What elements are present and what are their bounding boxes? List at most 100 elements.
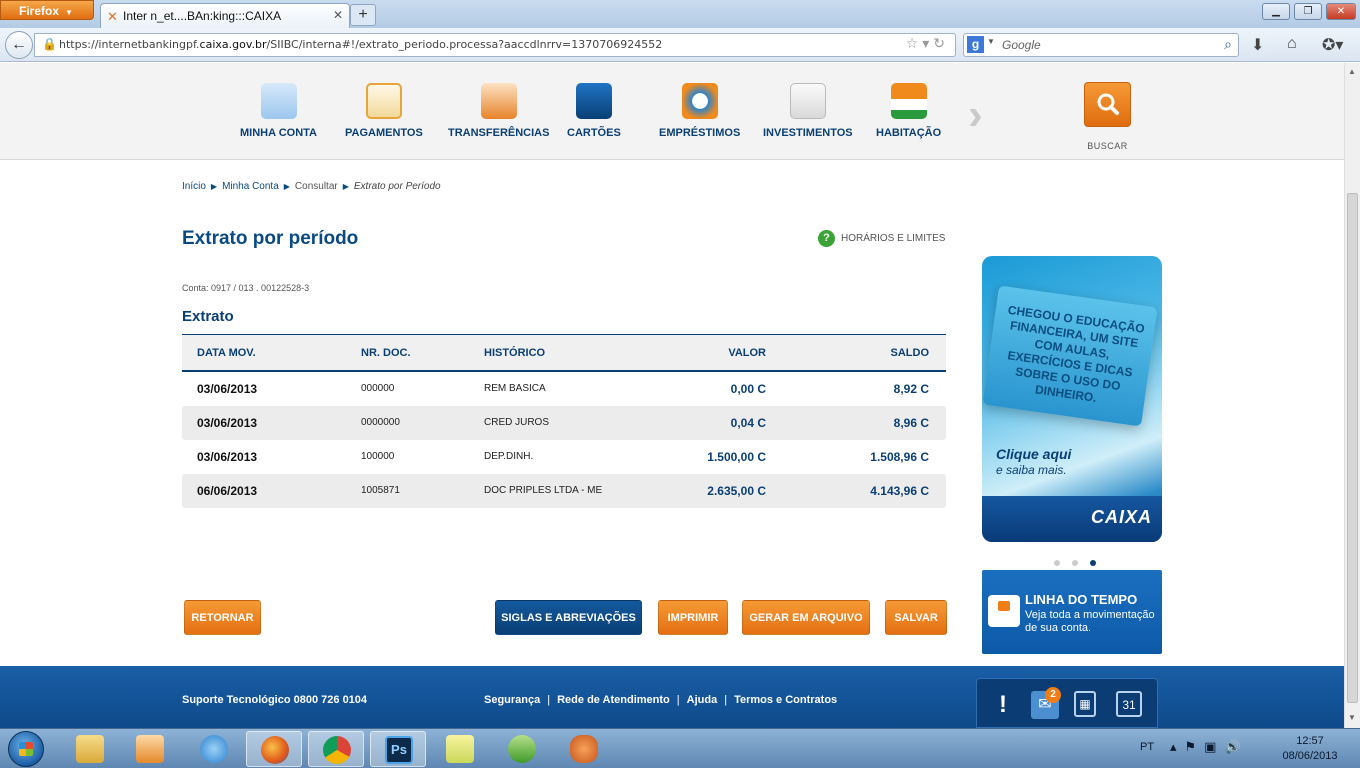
folder-icon bbox=[76, 735, 104, 763]
taskbar-notes[interactable] bbox=[432, 731, 488, 767]
carousel-dot[interactable] bbox=[1054, 560, 1060, 566]
menu-investimentos[interactable]: INVESTIMENTOS bbox=[763, 83, 853, 139]
bookmark-star-icon[interactable]: ☆▾↻ bbox=[906, 36, 949, 52]
footer-divider: | bbox=[547, 694, 551, 706]
browser-titlebar: Firefox ▼ ✕ Inter n_et....BAn:king:::CAIX… bbox=[0, 0, 1360, 28]
start-button[interactable] bbox=[8, 731, 44, 767]
search-button[interactable] bbox=[1084, 82, 1131, 127]
promo-cta-sub: e saiba mais. bbox=[996, 463, 1067, 477]
cell-balance: 8,92 C bbox=[893, 382, 929, 396]
clock-time: 12:57 bbox=[1296, 735, 1324, 747]
menu-cartoes[interactable]: CARTÕES bbox=[567, 83, 621, 139]
cell-date: 03/06/2013 bbox=[197, 416, 258, 430]
scroll-down-icon[interactable]: ▼ bbox=[1348, 713, 1356, 722]
vertical-scrollbar[interactable]: ▲ ▼ bbox=[1344, 63, 1360, 728]
menu-habitacao[interactable]: HABITAÇÃO bbox=[876, 83, 941, 139]
cell-history: DOC PRIPLES LTDA - ME bbox=[484, 485, 603, 496]
carousel-dot[interactable] bbox=[1072, 560, 1078, 566]
taskbar-ie[interactable] bbox=[186, 731, 242, 767]
download-icon[interactable]: ⬇ bbox=[1251, 35, 1264, 55]
carousel-dot-active[interactable] bbox=[1090, 560, 1096, 566]
chevron-right-icon[interactable]: › bbox=[968, 93, 998, 139]
url-domain: caixa.gov.br bbox=[199, 38, 267, 51]
close-window-button[interactable]: ✕ bbox=[1326, 3, 1356, 20]
statement-subtitle: Extrato bbox=[182, 308, 234, 325]
taskbar-photoshop[interactable]: Ps bbox=[370, 731, 426, 767]
timeline-card[interactable]: LINHA DO TEMPO Veja toda a movimentação … bbox=[982, 570, 1162, 654]
photoshop-icon: Ps bbox=[385, 736, 413, 764]
print-button[interactable]: IMPRIMIR bbox=[658, 600, 728, 635]
footer-link-termos[interactable]: Termos e Contratos bbox=[734, 694, 837, 706]
breadcrumb: Início ▶ Minha Conta ▶ Consultar ▶ Extrato por… bbox=[182, 181, 441, 192]
breadcrumb-minha-conta[interactable]: Minha Conta bbox=[222, 181, 279, 192]
taskbar-app-green[interactable] bbox=[494, 731, 550, 767]
footer-link-rede[interactable]: Rede de Atendimento bbox=[557, 694, 670, 706]
menu-label: INVESTIMENTOS bbox=[763, 127, 853, 139]
firefox-menu-button[interactable]: Firefox ▼ bbox=[0, 0, 94, 20]
maximize-button[interactable]: ❐ bbox=[1294, 3, 1322, 20]
taskbar-firefox[interactable] bbox=[246, 731, 302, 767]
chevron-down-icon[interactable]: ▼ bbox=[987, 37, 995, 46]
menu-label: EMPRÉSTIMOS bbox=[659, 127, 741, 139]
browser-navbar: ← 🔒 https://internetbankingpf.caixa.gov.… bbox=[0, 28, 1360, 62]
header-balance: SALDO bbox=[890, 347, 930, 359]
calculator-icon[interactable]: ▦ bbox=[1074, 691, 1096, 717]
clock-date: 08/06/2013 bbox=[1282, 750, 1338, 762]
chevron-right-icon: ▶ bbox=[342, 182, 349, 191]
breadcrumb-consultar: Consultar bbox=[294, 181, 338, 192]
cell-doc: 0000000 bbox=[361, 417, 400, 428]
calendar-icon[interactable]: 31 bbox=[1116, 691, 1142, 717]
language-indicator[interactable]: PT bbox=[1140, 741, 1154, 753]
footer-links: Segurança | Rede de Atendimento | Ajuda | Term… bbox=[484, 694, 837, 706]
alert-icon[interactable]: ! bbox=[989, 691, 1017, 719]
menu-pagamentos[interactable]: PAGAMENTOS bbox=[345, 83, 423, 139]
cell-doc: 100000 bbox=[361, 451, 395, 462]
bookmarks-icon[interactable]: ✪▾ bbox=[1322, 35, 1343, 55]
chevron-down-icon: ▼ bbox=[65, 8, 73, 17]
footer-divider: | bbox=[724, 694, 728, 706]
menu-emprestimos[interactable]: EMPRÉSTIMOS bbox=[659, 83, 740, 139]
back-button[interactable]: RETORNAR bbox=[184, 600, 261, 635]
home-icon[interactable]: ⌂ bbox=[1287, 35, 1297, 53]
taskbar-chrome[interactable] bbox=[308, 731, 364, 767]
scrollbar-thumb[interactable] bbox=[1347, 193, 1358, 703]
clock[interactable]: 12:57 08/06/2013 bbox=[1270, 734, 1350, 764]
address-bar[interactable]: 🔒 https://internetbankingpf.caixa.gov.br… bbox=[34, 33, 956, 57]
notes-icon bbox=[446, 735, 474, 763]
scroll-up-icon[interactable]: ▲ bbox=[1348, 67, 1356, 76]
footer: Suporte Tecnológico 0800 726 0104 Segura… bbox=[0, 666, 1344, 728]
export-file-button[interactable]: GERAR EM ARQUIVO bbox=[742, 600, 870, 635]
menu-transferencias[interactable]: TRANSFERÊNCIAS bbox=[448, 83, 549, 139]
cell-doc: 000000 bbox=[361, 383, 395, 394]
browser-tab[interactable]: ✕ Inter n_et....BAn:king:::CAIXA ✕ bbox=[100, 3, 350, 28]
hours-limits-link[interactable]: ? HORÁRIOS E LIMITES bbox=[818, 230, 945, 247]
search-icon[interactable]: ⌕ bbox=[1224, 36, 1232, 53]
cell-balance: 8,96 C bbox=[893, 416, 929, 430]
cell-value: 0,00 C bbox=[730, 382, 766, 396]
promo-banner[interactable]: Chegou o Educação Financeira, um site co… bbox=[982, 256, 1162, 542]
header-doc: NR. DOC. bbox=[361, 347, 411, 359]
abbreviations-button[interactable]: SIGLAS E ABREVIAÇÕES bbox=[495, 600, 642, 635]
taskbar-app-glove[interactable] bbox=[556, 731, 612, 767]
save-button[interactable]: SALVAR bbox=[885, 600, 947, 635]
breadcrumb-inicio[interactable]: Início bbox=[182, 181, 206, 192]
taskbar-media[interactable] bbox=[122, 731, 178, 767]
page-title: Extrato por período bbox=[182, 228, 359, 249]
search-placeholder: Google bbox=[1002, 38, 1041, 52]
minimize-button[interactable]: ▁ bbox=[1262, 3, 1290, 20]
cell-history: CRED JUROS bbox=[484, 417, 550, 428]
taskbar-explorer[interactable] bbox=[62, 731, 118, 767]
table-row: 03/06/2013 100000 DEP.DINH. 1.500,00 C 1… bbox=[182, 440, 946, 474]
footer-link-seguranca[interactable]: Segurança bbox=[484, 694, 540, 706]
menu-label: PAGAMENTOS bbox=[345, 127, 423, 139]
chevron-right-icon: ▶ bbox=[210, 182, 218, 191]
new-tab-button[interactable]: + bbox=[350, 4, 376, 26]
cell-date: 03/06/2013 bbox=[197, 382, 258, 396]
tray-icons[interactable]: ▴⚑▣🔊 bbox=[1170, 739, 1249, 755]
footer-link-ajuda[interactable]: Ajuda bbox=[687, 694, 718, 706]
close-tab-icon[interactable]: ✕ bbox=[333, 8, 343, 22]
back-button[interactable]: ← bbox=[5, 31, 33, 59]
search-input[interactable]: g ▼ Google ⌕ bbox=[963, 33, 1239, 57]
cell-balance: 4.143,96 C bbox=[870, 484, 929, 498]
menu-minha-conta[interactable]: MINHA CONTA bbox=[240, 83, 317, 139]
